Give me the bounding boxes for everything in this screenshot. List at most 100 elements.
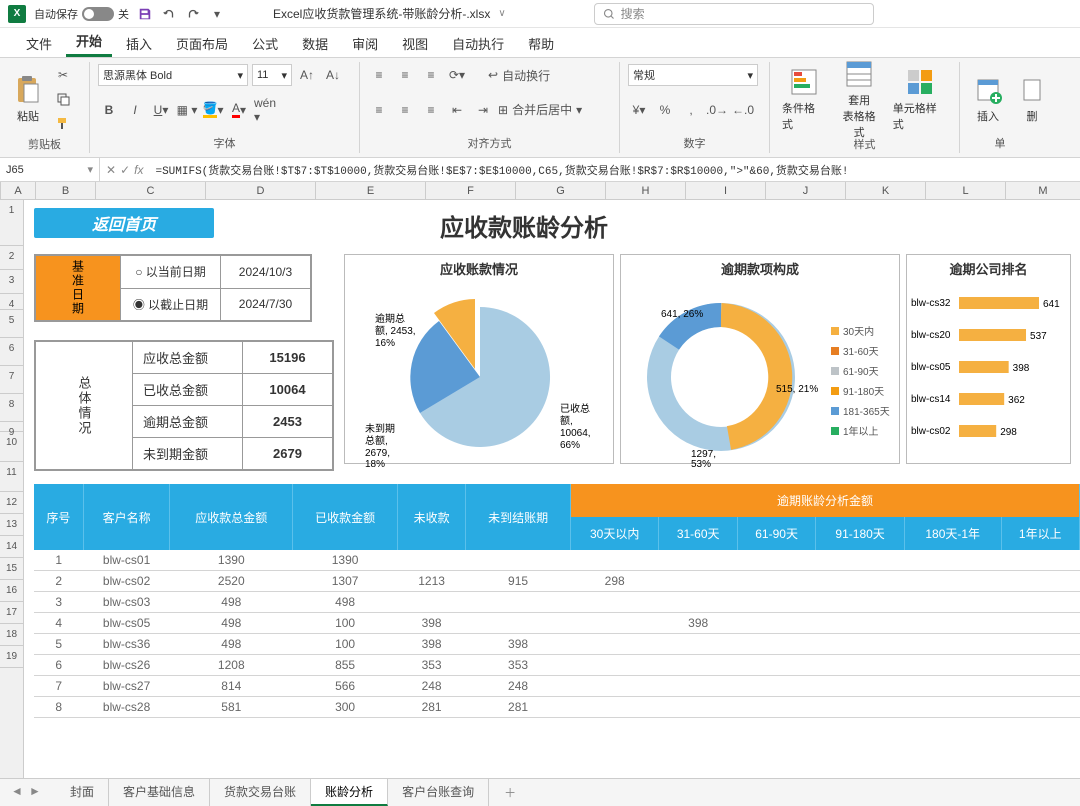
font-name-combo[interactable]: 思源黑体 Bold▾ <box>98 64 248 86</box>
col-header[interactable]: I <box>686 182 766 199</box>
sheet-nav-prev-icon[interactable]: ◄ <box>8 784 26 802</box>
worksheet[interactable]: 返回首页 应收款账龄分析 基准日期 ○ 以当前日期 2024/10/3 ◉ 以截… <box>24 200 1080 778</box>
align-bottom-icon[interactable]: ≡ <box>420 64 442 86</box>
search-icon <box>603 8 615 20</box>
ribbon-tab-1[interactable]: 开始 <box>66 27 112 57</box>
ribbon-tab-6[interactable]: 审阅 <box>342 30 388 57</box>
col-header[interactable]: E <box>316 182 426 199</box>
col-header[interactable]: L <box>926 182 1006 199</box>
new-sheet-icon[interactable]: ＋ <box>501 784 519 802</box>
fx-icon[interactable]: fx <box>134 163 143 177</box>
search-input[interactable]: 搜索 <box>594 3 874 25</box>
ribbon-tab-0[interactable]: 文件 <box>16 30 62 57</box>
align-middle-icon[interactable]: ≡ <box>394 64 416 86</box>
comma-icon[interactable]: , <box>680 99 702 121</box>
cut-icon[interactable]: ✂ <box>52 64 74 86</box>
ribbon-tab-3[interactable]: 页面布局 <box>166 30 238 57</box>
radio-cutoff-date[interactable]: ◉ 以截止日期 <box>121 288 221 321</box>
col-header[interactable]: D <box>206 182 316 199</box>
col-header[interactable]: K <box>846 182 926 199</box>
title-bar: X 自动保存 关 ▾ Excel应收货款管理系统-带账龄分析-.xlsx ∨ 搜… <box>0 0 1080 28</box>
svg-text:362: 362 <box>1008 395 1025 406</box>
svg-text:blw-cs20: blw-cs20 <box>911 330 951 341</box>
receivables-pie-chart: 应收账款情况 逾期总额, 2453,16% 未到期总额,2679,18% 已收总… <box>344 254 614 464</box>
format-painter-icon[interactable] <box>52 112 74 134</box>
ribbon-tab-7[interactable]: 视图 <box>392 30 438 57</box>
col-header[interactable]: F <box>426 182 516 199</box>
currency-icon[interactable]: ¥▾ <box>628 99 650 121</box>
ribbon-tab-8[interactable]: 自动执行 <box>442 30 514 57</box>
font-color-button[interactable]: A▾ <box>228 99 250 121</box>
svg-text:91-180天: 91-180天 <box>843 387 884 398</box>
redo-icon[interactable] <box>185 6 201 22</box>
border-button[interactable]: ▦ ▾ <box>176 99 198 121</box>
sheet-tab[interactable]: 账龄分析 <box>311 779 388 806</box>
indent-inc-icon[interactable]: ⇥ <box>472 99 494 121</box>
svg-text:额, 2453,: 额, 2453, <box>375 324 416 337</box>
undo-icon[interactable] <box>161 6 177 22</box>
table-format-button[interactable]: 套用 表格格式 <box>833 56 884 142</box>
inc-decimal-icon[interactable]: .0→ <box>706 99 728 121</box>
svg-text:537: 537 <box>1030 331 1047 342</box>
underline-button[interactable]: U ▾ <box>150 99 172 121</box>
phonetic-button[interactable]: wén ▾ <box>254 99 276 121</box>
col-header[interactable]: H <box>606 182 686 199</box>
sheet-tab[interactable]: 客户基础信息 <box>109 779 210 806</box>
sheet-tab[interactable]: 客户台账查询 <box>388 779 489 806</box>
ribbon-tab-4[interactable]: 公式 <box>242 30 288 57</box>
fill-color-button[interactable]: 🪣▾ <box>202 99 224 121</box>
name-box[interactable]: J65▾ <box>0 158 100 181</box>
svg-text:641, 26%: 641, 26% <box>661 309 703 320</box>
indent-dec-icon[interactable]: ⇤ <box>446 99 468 121</box>
delete-cells-button[interactable]: 删 <box>1012 72 1052 126</box>
col-header[interactable]: C <box>96 182 206 199</box>
ribbon-tab-2[interactable]: 插入 <box>116 30 162 57</box>
col-header[interactable]: J <box>766 182 846 199</box>
italic-button[interactable]: I <box>124 99 146 121</box>
cond-format-button[interactable]: 条件格式 <box>778 64 829 134</box>
radio-current-date[interactable]: ○ 以当前日期 <box>121 256 221 289</box>
date-reference-block: 基准日期 ○ 以当前日期 2024/10/3 ◉ 以截止日期 2024/7/30 <box>34 254 312 322</box>
sheet-tab[interactable]: 封面 <box>56 779 109 806</box>
formula-input[interactable]: =SUMIFS(货款交易台账!$T$7:$T$10000,货款交易台账!$E$7… <box>149 162 1080 178</box>
return-home-button[interactable]: 返回首页 <box>34 208 214 238</box>
align-center-icon[interactable]: ≡ <box>394 99 416 121</box>
cancel-formula-icon[interactable]: ✕ <box>106 163 116 177</box>
decrease-font-icon[interactable]: A↓ <box>322 64 344 86</box>
wrap-text-button[interactable]: ↩ 自动换行 <box>488 64 550 86</box>
save-icon[interactable] <box>137 6 153 22</box>
merge-button[interactable]: ⊞ 合并后居中 ▾ <box>498 99 582 121</box>
clipboard-group-label: 剪贴板 <box>8 134 81 152</box>
paste-button[interactable]: 粘贴 <box>8 72 48 126</box>
dec-decimal-icon[interactable]: ←.0 <box>732 99 754 121</box>
insert-cells-button[interactable]: 插入 <box>968 72 1008 126</box>
align-top-icon[interactable]: ≡ <box>368 64 390 86</box>
col-header[interactable]: A <box>1 182 36 199</box>
orientation-icon[interactable]: ⟳▾ <box>446 64 468 86</box>
svg-text:641: 641 <box>1043 299 1060 310</box>
sheet-tab[interactable]: 货款交易台账 <box>210 779 311 806</box>
svg-text:额,: 额, <box>560 414 573 427</box>
svg-text:blw-cs14: blw-cs14 <box>911 394 951 405</box>
font-size-combo[interactable]: 11▾ <box>252 64 292 86</box>
align-left-icon[interactable]: ≡ <box>368 99 390 121</box>
number-format-combo[interactable]: 常规▾ <box>628 64 758 86</box>
cells-group-label: 单 <box>968 133 1032 151</box>
increase-font-icon[interactable]: A↑ <box>296 64 318 86</box>
ribbon-tab-9[interactable]: 帮助 <box>518 30 564 57</box>
col-header[interactable]: G <box>516 182 606 199</box>
align-right-icon[interactable]: ≡ <box>420 99 442 121</box>
ribbon-tab-5[interactable]: 数据 <box>292 30 338 57</box>
overdue-company-bar-chart: 逾期公司排名 blw-cs32641blw-cs20537blw-cs05398… <box>906 254 1071 464</box>
col-header[interactable]: B <box>36 182 96 199</box>
sheet-nav-next-icon[interactable]: ► <box>26 784 44 802</box>
copy-icon[interactable] <box>52 88 74 110</box>
qat-dropdown-icon[interactable]: ▾ <box>209 6 225 22</box>
bold-button[interactable]: B <box>98 99 120 121</box>
svg-text:18%: 18% <box>365 459 385 467</box>
percent-icon[interactable]: % <box>654 99 676 121</box>
col-header[interactable]: M <box>1006 182 1080 199</box>
cell-styles-button[interactable]: 单元格样式 <box>889 64 951 134</box>
autosave-toggle[interactable]: 自动保存 关 <box>34 6 129 22</box>
enter-formula-icon[interactable]: ✓ <box>120 163 130 177</box>
